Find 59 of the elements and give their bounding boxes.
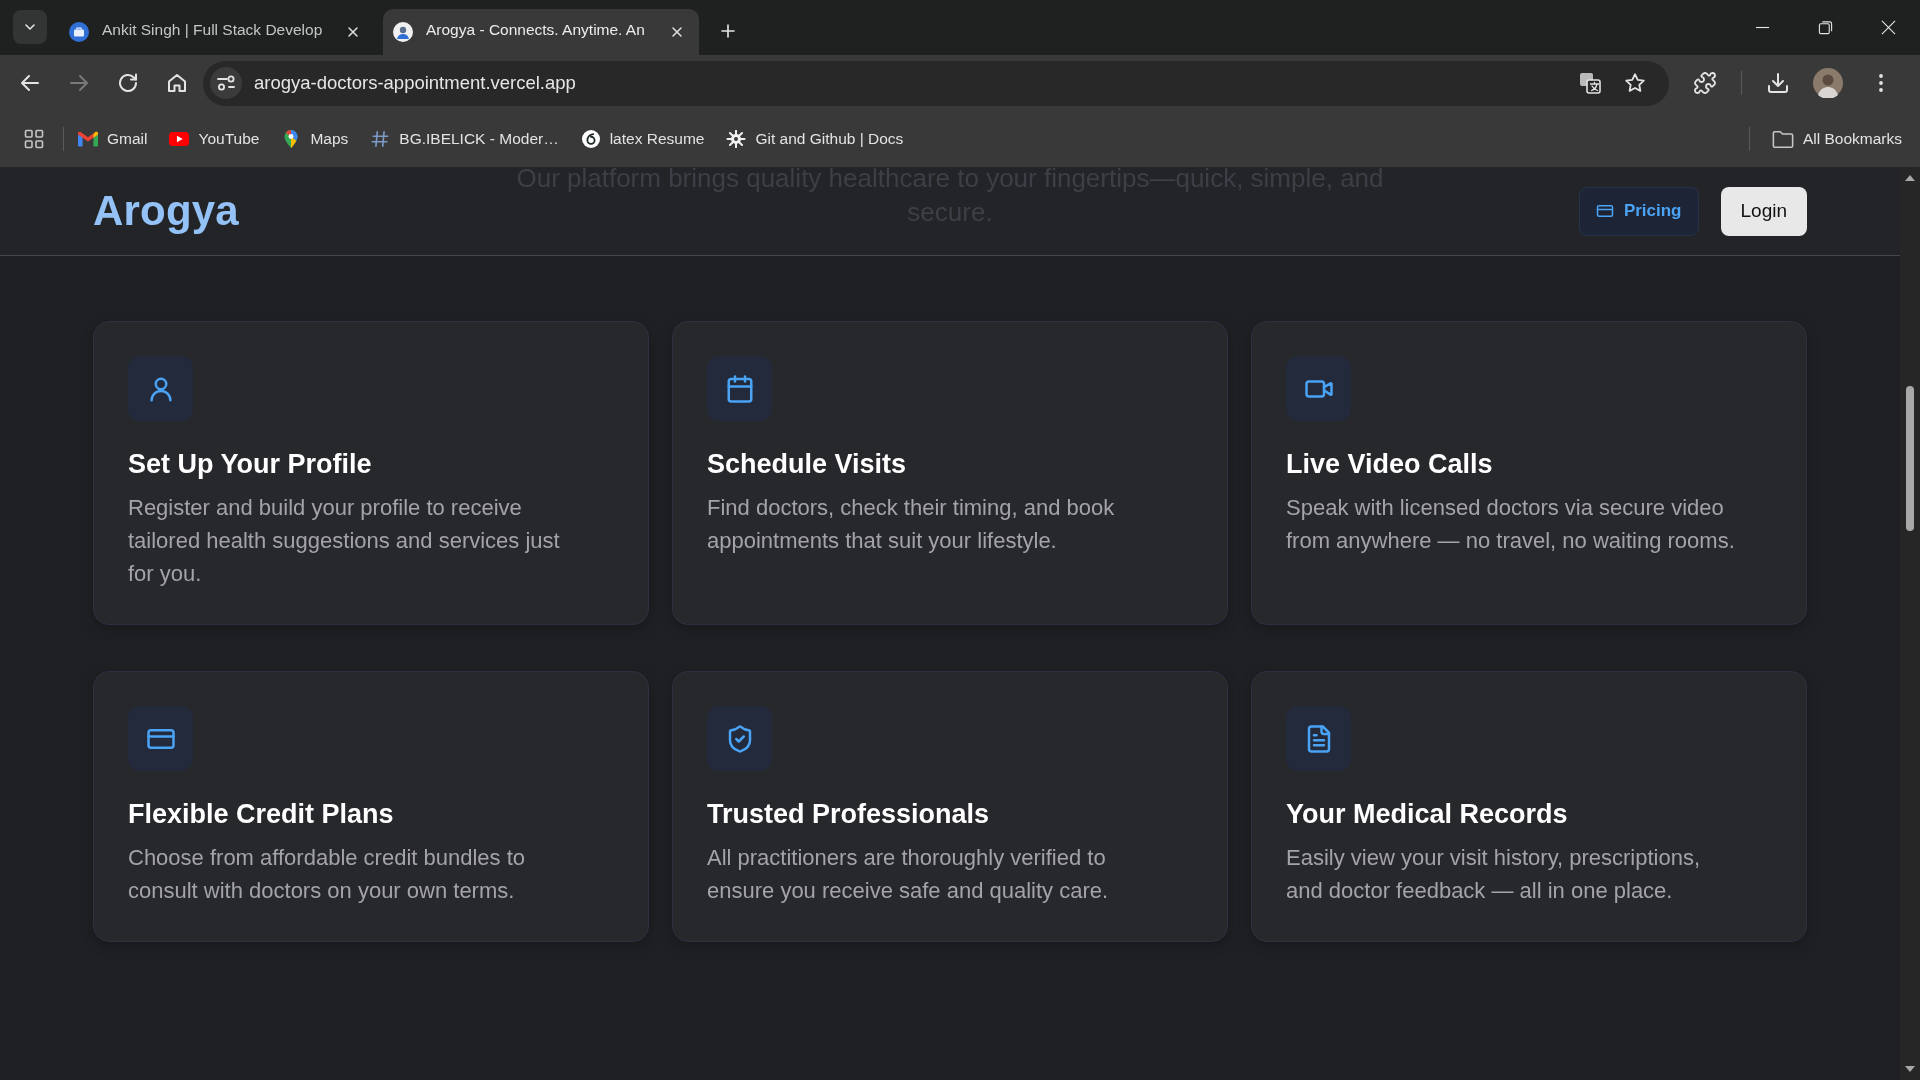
play-icon bbox=[169, 130, 190, 148]
scrollbar-thumb[interactable] bbox=[1906, 386, 1914, 531]
all-bookmarks-button[interactable]: All Bookmarks bbox=[1771, 129, 1902, 149]
card-title: Schedule Visits bbox=[707, 448, 908, 481]
credit-card-icon bbox=[1595, 202, 1614, 220]
translate-icon[interactable] bbox=[1578, 71, 1602, 95]
puzzle-icon[interactable] bbox=[1693, 71, 1717, 95]
pricing-button[interactable]: Pricing bbox=[1578, 186, 1699, 236]
bookmark-link[interactable]: latex Resume bbox=[580, 130, 705, 148]
briefcase-icon bbox=[69, 22, 89, 42]
card-description: Choose from affordable credit bundles to consult with doctors on your own terms. bbox=[128, 844, 527, 905]
site-settings-icon[interactable] bbox=[210, 67, 242, 99]
scrollbar-track[interactable] bbox=[1900, 167, 1920, 1080]
card-description: Easily view your visit history, prescriptions, and doctor feedback — all in one place. bbox=[1286, 844, 1702, 905]
bookmark-link[interactable]: Gmail bbox=[78, 130, 148, 148]
login-button[interactable]: Login bbox=[1720, 186, 1807, 236]
tab-search-button[interactable] bbox=[13, 10, 47, 44]
video-camera-icon bbox=[1286, 356, 1351, 421]
avatar-icon bbox=[393, 22, 413, 42]
reload-icon[interactable] bbox=[116, 71, 140, 95]
address-bar[interactable]: arogya-doctors-appointment.vercel.app bbox=[203, 60, 1669, 106]
card-title: Your Medical Records bbox=[1286, 798, 1569, 831]
hash-icon bbox=[370, 130, 391, 148]
calendar-icon bbox=[707, 356, 772, 421]
bookmark-link[interactable]: YouTube bbox=[169, 130, 260, 148]
gear-icon bbox=[726, 130, 747, 148]
card-title: Trusted Professionals bbox=[707, 798, 991, 831]
home-icon[interactable] bbox=[165, 71, 189, 95]
card-title: Live Video Calls bbox=[1286, 448, 1494, 481]
document-icon bbox=[1286, 706, 1351, 771]
bookmark-link[interactable]: Maps bbox=[281, 130, 349, 148]
profile-avatar[interactable] bbox=[1813, 68, 1843, 98]
swirl-icon bbox=[580, 130, 601, 148]
mail-icon bbox=[78, 130, 98, 148]
shield-check-icon bbox=[707, 706, 772, 771]
star-icon[interactable] bbox=[1623, 71, 1647, 95]
browser-tab[interactable]: Arogya - Connects. Anytime. An bbox=[383, 9, 699, 55]
card-description: Speak with licensed doctors via secure video from anywhere — no travel, no waiting rooms. bbox=[1286, 494, 1736, 555]
restore-icon[interactable] bbox=[1818, 20, 1833, 35]
site-logo[interactable]: Arogya bbox=[93, 187, 239, 235]
download-icon[interactable] bbox=[1766, 71, 1790, 95]
browser-tab[interactable]: Ankit Singh | Full Stack Develop bbox=[59, 9, 375, 55]
bookmark-link[interactable]: BG.IBELICK - Moder… bbox=[370, 130, 559, 148]
credit-card-icon bbox=[128, 706, 193, 771]
close-icon[interactable] bbox=[345, 24, 361, 40]
folder-icon bbox=[1771, 129, 1794, 149]
card-title: Set Up Your Profile bbox=[128, 448, 373, 481]
close-window-icon[interactable] bbox=[1881, 20, 1896, 35]
scroll-up-icon[interactable] bbox=[1905, 175, 1915, 181]
person-icon bbox=[128, 356, 193, 421]
scroll-down-icon[interactable] bbox=[1905, 1066, 1915, 1072]
card-description: Find doctors, check their timing, and book appointments that suit your lifestyle. bbox=[707, 494, 1116, 555]
close-icon[interactable] bbox=[669, 24, 685, 40]
apps-grid-icon[interactable] bbox=[24, 129, 44, 149]
card-description: All practitioners are thoroughly verified to ensure you receive safe and quality care. bbox=[707, 844, 1110, 905]
card-title: Flexible Credit Plans bbox=[128, 798, 395, 831]
card-description: Register and build your profile to receive tailored health suggestions and services just for you. bbox=[128, 494, 561, 588]
bookmark-link[interactable]: Git and Github | Docs bbox=[726, 130, 904, 148]
new-tab-icon[interactable] bbox=[719, 22, 737, 40]
